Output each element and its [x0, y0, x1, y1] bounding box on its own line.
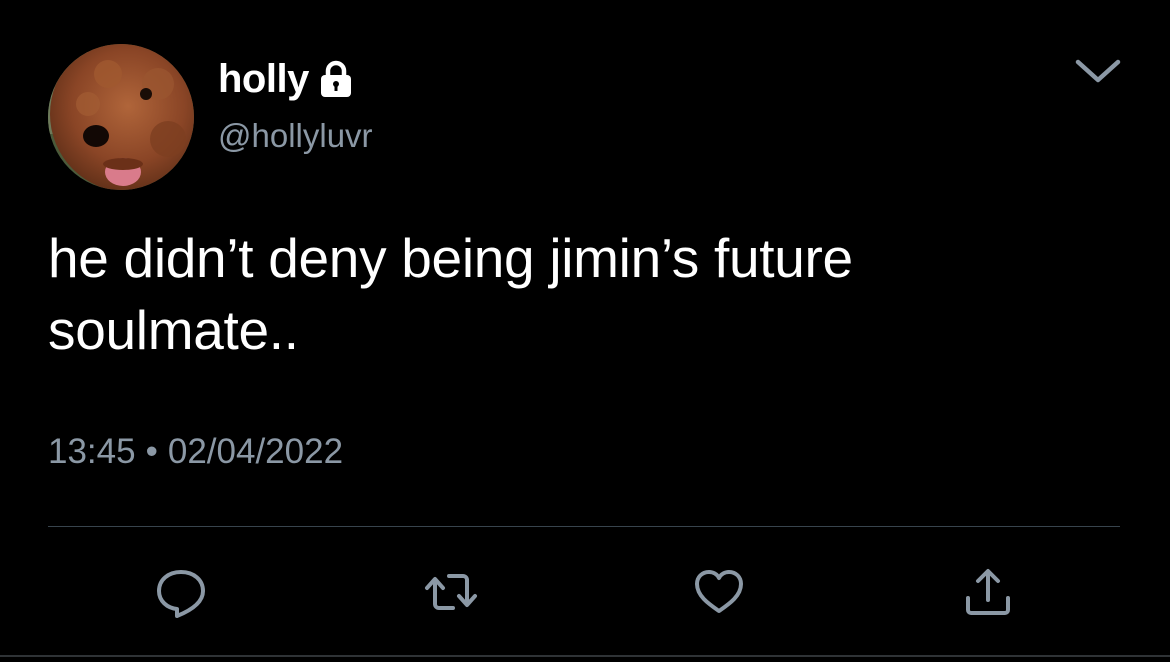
profile-avatar[interactable]: [48, 44, 194, 190]
user-handle[interactable]: @hollyluvr: [218, 116, 373, 156]
tweet-time: 13:45: [48, 432, 136, 471]
action-bar: [0, 566, 1170, 622]
tweet-timestamp[interactable]: 13:45 • 02/04/2022: [48, 430, 343, 474]
retweet-icon: [423, 564, 479, 625]
share-icon: [960, 564, 1016, 625]
bottom-border: [0, 655, 1170, 657]
retweet-button[interactable]: [423, 566, 479, 622]
divider: [48, 526, 1120, 527]
tweet-text: he didn’t deny being jimin’s future soul…: [48, 227, 853, 361]
display-name-row: holly: [218, 56, 355, 102]
dog-avatar-icon: [48, 44, 194, 190]
heart-icon: [691, 564, 747, 625]
display-name[interactable]: holly: [218, 56, 309, 102]
chevron-down-icon[interactable]: [1072, 52, 1124, 92]
lock-icon: [317, 59, 355, 99]
like-button[interactable]: [691, 566, 747, 622]
reply-icon: [153, 564, 209, 625]
tweet-card: holly @hollyluvr he didn’t deny being ji…: [0, 0, 1170, 662]
meta-separator: •: [145, 432, 158, 471]
share-button[interactable]: [960, 566, 1016, 622]
tweet-date: 02/04/2022: [167, 432, 344, 471]
reply-button[interactable]: [153, 566, 209, 622]
